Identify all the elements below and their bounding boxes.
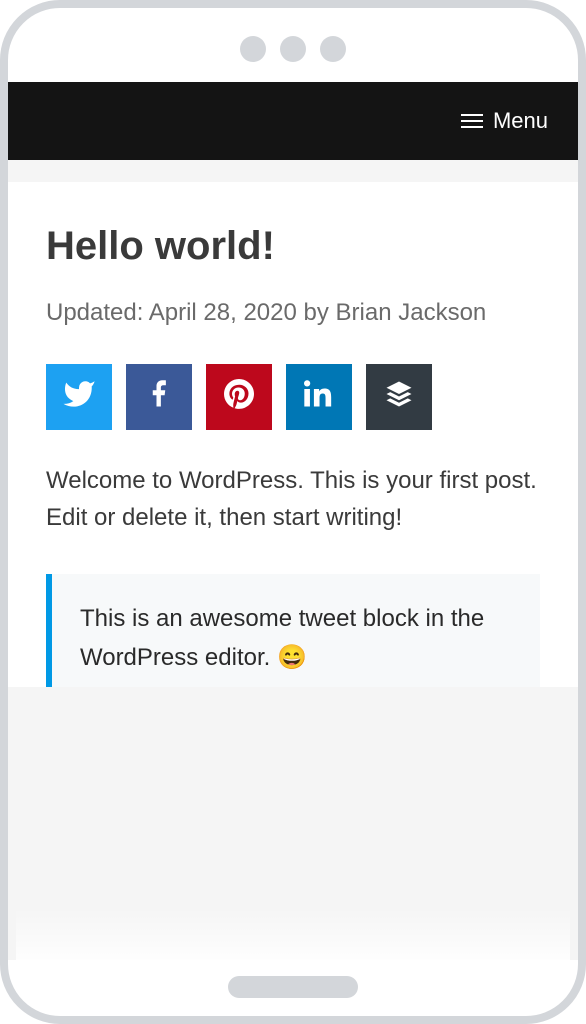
- social-share-row: [46, 364, 540, 430]
- buffer-icon: [384, 379, 414, 414]
- post-card: Hello world! Updated: April 28, 2020 by …: [8, 182, 578, 687]
- menu-button[interactable]: Menu: [461, 108, 548, 134]
- facebook-share-button[interactable]: [126, 364, 192, 430]
- pinterest-share-button[interactable]: [206, 364, 272, 430]
- buffer-share-button[interactable]: [366, 364, 432, 430]
- linkedin-icon: [304, 379, 334, 414]
- tweet-block: This is an awesome tweet block in the Wo…: [46, 574, 540, 687]
- twitter-share-button[interactable]: [46, 364, 112, 430]
- post-body: Welcome to WordPress. This is your first…: [46, 462, 540, 536]
- twitter-icon: [62, 377, 96, 416]
- phone-dot: [320, 36, 346, 62]
- facebook-icon: [144, 379, 174, 414]
- tweet-block-text: This is an awesome tweet block in the Wo…: [80, 605, 484, 670]
- post-title: Hello world!: [46, 224, 540, 269]
- pinterest-icon: [224, 379, 254, 414]
- phone-dot: [240, 36, 266, 62]
- menu-label: Menu: [493, 108, 548, 134]
- phone-dot: [280, 36, 306, 62]
- phone-home-indicator: [228, 976, 358, 998]
- site-header: Menu: [8, 82, 578, 160]
- post-meta: Updated: April 28, 2020 by Brian Jackson: [46, 293, 540, 334]
- hamburger-icon: [461, 114, 483, 128]
- phone-frame: Menu Hello world! Updated: April 28, 202…: [0, 0, 586, 1024]
- screen: Menu Hello world! Updated: April 28, 202…: [8, 82, 578, 960]
- phone-speaker-dots: [8, 8, 578, 82]
- linkedin-share-button[interactable]: [286, 364, 352, 430]
